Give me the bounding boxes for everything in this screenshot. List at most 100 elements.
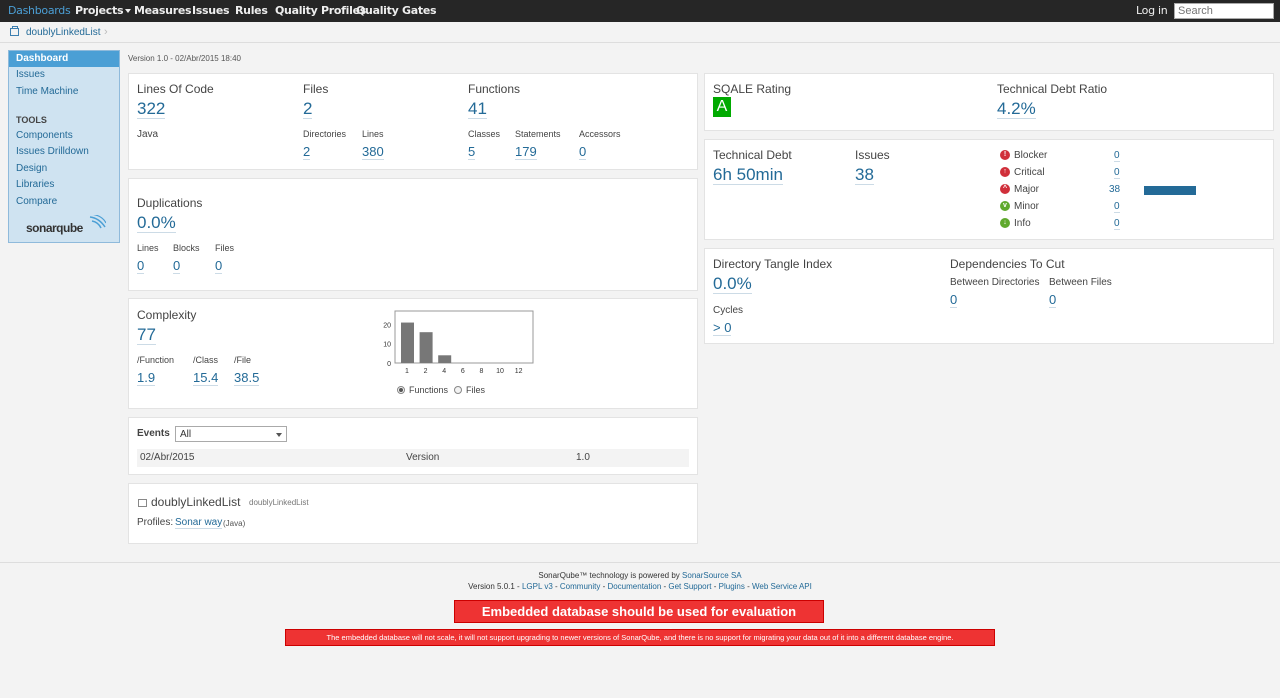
sonarqube-logo: sonarqube	[26, 215, 106, 235]
login-link[interactable]: Log in	[1136, 4, 1168, 17]
severity-row: ! Blocker 0	[1000, 150, 1260, 164]
profile-link[interactable]: Sonar way	[175, 517, 223, 529]
y-tick-label: 0	[387, 361, 391, 368]
footer-link-support[interactable]: Get Support	[668, 582, 711, 591]
severity-row: ↑ Critical 0	[1000, 167, 1260, 181]
dup-files-value[interactable]: 0	[215, 258, 223, 274]
nav-rules[interactable]: Rules	[235, 4, 268, 17]
cycles-value[interactable]: > 0	[713, 320, 732, 336]
classes-label: Classes	[468, 129, 501, 139]
footer-link-webservice[interactable]: Web Service API	[752, 582, 812, 591]
x-tick-label: 12	[515, 368, 523, 375]
files-label: Files	[303, 82, 329, 96]
size-widget: Lines Of Code 322 Java Files 2 Directori…	[128, 73, 698, 170]
x-tick-label: 6	[461, 368, 465, 375]
footer-company-link[interactable]: SonarSource SA	[682, 571, 742, 580]
chevron-right-icon: ›	[104, 26, 108, 38]
profile-language: (Java)	[223, 519, 246, 528]
complexity-widget: Complexity 77 /Function 1.9 /Class 15.4 …	[128, 298, 698, 409]
major-icon: ^	[1000, 184, 1010, 194]
between-directories-value[interactable]: 0	[950, 292, 958, 308]
project-icon	[10, 26, 19, 36]
sqale-rating-badge[interactable]: A	[713, 97, 731, 117]
breadcrumb-project[interactable]: doublyLinkedList	[26, 27, 101, 38]
severity-name: Blocker	[1014, 150, 1048, 161]
severity-count[interactable]: 0	[1114, 201, 1120, 213]
dup-lines-label: Lines	[137, 243, 159, 253]
events-widget: Events All 02/Abr/2015 Version 1.0	[128, 417, 698, 475]
statements-value[interactable]: 179	[515, 144, 537, 160]
sidebar-item-design[interactable]: Design	[16, 163, 47, 174]
nav-issues[interactable]: Issues	[192, 4, 230, 17]
info-icon: ↓	[1000, 218, 1010, 228]
functions-label: Functions	[468, 82, 521, 96]
loc-value[interactable]: 322	[137, 99, 166, 119]
footer-link-community[interactable]: Community	[560, 582, 600, 591]
sidebar-item-time-machine[interactable]: Time Machine	[16, 86, 78, 97]
dup-blocks-value[interactable]: 0	[173, 258, 181, 274]
top-nav: Dashboards Projects Measures Issues Rule…	[0, 0, 1280, 22]
between-files-value[interactable]: 0	[1049, 292, 1057, 308]
nav-projects-label: Projects	[75, 4, 124, 17]
nav-quality-gates[interactable]: Quality Gates	[356, 4, 437, 17]
severity-count[interactable]: 0	[1114, 218, 1120, 230]
directories-value[interactable]: 2	[303, 144, 311, 160]
duplications-value[interactable]: 0.0%	[137, 213, 176, 233]
accessors-value[interactable]: 0	[579, 144, 587, 160]
y-tick-label: 10	[383, 342, 391, 349]
severity-name: Critical	[1014, 167, 1045, 178]
critical-icon: ↑	[1000, 167, 1010, 177]
functions-value[interactable]: 41	[468, 99, 487, 119]
sidebar-item-components[interactable]: Components	[16, 130, 73, 141]
severity-count[interactable]: 0	[1114, 167, 1120, 179]
nav-quality-profiles[interactable]: Quality Profiles	[275, 4, 366, 17]
severity-count[interactable]: 0	[1114, 150, 1120, 162]
debt-ratio-value[interactable]: 4.2%	[997, 99, 1036, 119]
event-row: 02/Abr/2015 Version 1.0	[137, 449, 689, 467]
project-key: doublyLinkedList	[249, 498, 309, 507]
files-value[interactable]: 2	[303, 99, 313, 119]
statements-label: Statements	[515, 129, 561, 139]
per-file-label: /File	[234, 355, 252, 365]
issues-value[interactable]: 38	[855, 165, 874, 185]
accessors-label: Accessors	[579, 129, 621, 139]
sonar-wave-icon	[89, 215, 106, 229]
nav-measures[interactable]: Measures	[134, 4, 192, 17]
severity-bar	[1144, 186, 1196, 195]
radio-functions[interactable]	[397, 386, 405, 394]
radio-files[interactable]	[454, 386, 462, 394]
sidebar-item-libraries[interactable]: Libraries	[16, 179, 54, 190]
severity-name: Major	[1014, 184, 1040, 195]
severity-count[interactable]: 38	[1109, 184, 1120, 195]
per-function-value: 1.9	[137, 370, 156, 386]
footer-link-plugins[interactable]: Plugins	[719, 582, 745, 591]
sidebar-tools-heading: TOOLS	[16, 115, 47, 125]
between-directories-label: Between Directories	[950, 277, 1040, 288]
sidebar-item-compare[interactable]: Compare	[16, 196, 57, 207]
sidebar-item-dashboard[interactable]: Dashboard	[9, 51, 119, 67]
x-tick-label: 8	[479, 368, 483, 375]
severity-name: Minor	[1014, 201, 1040, 212]
footer-powered-text: SonarQube™ technology is powered by	[538, 571, 680, 580]
classes-value[interactable]: 5	[468, 144, 476, 160]
complexity-value[interactable]: 77	[137, 325, 156, 345]
footer-link-license[interactable]: LGPL v3	[522, 582, 553, 591]
profiles-label: Profiles:	[137, 517, 174, 528]
nav-projects[interactable]: Projects	[75, 4, 132, 17]
events-label: Events	[137, 428, 170, 439]
search-input[interactable]	[1174, 3, 1274, 19]
project-name: doublyLinkedList	[151, 495, 241, 509]
lines-value[interactable]: 380	[362, 144, 384, 160]
tangle-index-value[interactable]: 0.0%	[713, 274, 752, 294]
footer-divider	[0, 562, 1280, 563]
footer-links: Version 5.0.1 - LGPL v3 - Community - Do…	[468, 582, 812, 591]
events-filter-select[interactable]: All	[175, 426, 287, 442]
technical-debt-value[interactable]: 6h 50min	[713, 165, 783, 185]
footer-link-documentation[interactable]: Documentation	[607, 582, 661, 591]
sidebar-item-issues-drilldown[interactable]: Issues Drilldown	[16, 146, 89, 157]
dup-lines-value[interactable]: 0	[137, 258, 145, 274]
technical-debt-widget: Technical Debt 6h 50min Issues 38 ! Bloc…	[704, 139, 1274, 240]
nav-dashboards[interactable]: Dashboards	[8, 4, 71, 17]
sidebar-item-issues[interactable]: Issues	[16, 69, 45, 80]
dup-blocks-label: Blocks	[173, 243, 200, 253]
